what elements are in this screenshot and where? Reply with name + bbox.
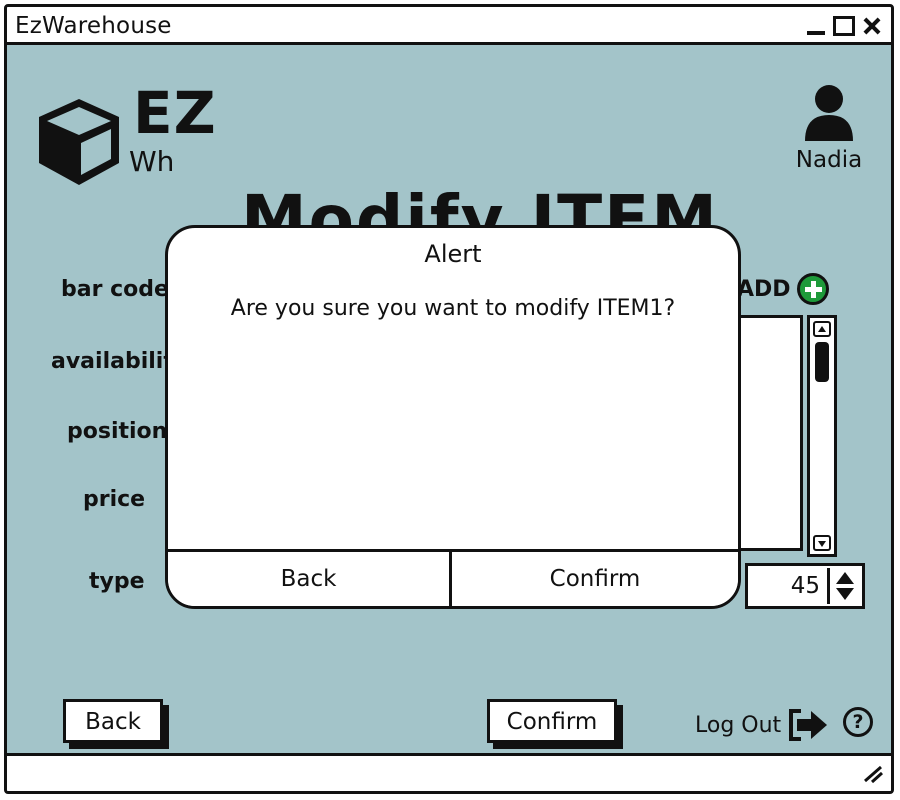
- quantity-value[interactable]: 45: [791, 573, 820, 599]
- user-name: Nadia: [795, 147, 863, 173]
- alert-confirm-button[interactable]: Confirm: [452, 552, 738, 606]
- alert-message: Are you sure you want to modify ITEM1?: [230, 296, 676, 321]
- bar-code-label: bar code: [61, 277, 169, 302]
- page-title: Modify ITEM: [241, 181, 719, 231]
- title-bar: EzWarehouse: [7, 7, 891, 45]
- logo-text-wh: Wh: [129, 145, 175, 178]
- quantity-stepper[interactable]: 45: [745, 563, 865, 609]
- price-label: price: [83, 487, 146, 512]
- alert-back-button[interactable]: Back: [168, 552, 452, 606]
- add-area: ADD: [737, 271, 829, 307]
- close-icon[interactable]: [861, 15, 883, 37]
- help-icon[interactable]: ?: [843, 707, 873, 737]
- scroll-thumb[interactable]: [815, 342, 829, 382]
- decrement-icon[interactable]: [836, 588, 854, 600]
- scroll-down-icon[interactable]: [813, 535, 831, 551]
- logout-label: Log Out: [695, 712, 782, 738]
- back-button[interactable]: Back: [63, 699, 163, 743]
- maximize-icon[interactable]: [833, 16, 855, 36]
- list-scrollbar[interactable]: [807, 315, 837, 557]
- window-controls: [805, 14, 883, 38]
- window-title: EzWarehouse: [15, 13, 172, 39]
- logout-button[interactable]: Log Out: [695, 707, 831, 743]
- user-icon: [805, 85, 853, 141]
- alert-title: Alert: [424, 240, 482, 268]
- app-window: EzWarehouse EZ Wh Nadia Modify ITEM bar …: [4, 4, 894, 794]
- logo: EZ Wh: [31, 79, 221, 187]
- type-label: type: [89, 569, 145, 594]
- add-label: ADD: [737, 276, 791, 302]
- position-label: position: [67, 419, 168, 444]
- confirm-button[interactable]: Confirm: [487, 699, 617, 743]
- cube-icon: [39, 99, 119, 185]
- resize-icon[interactable]: [861, 763, 885, 785]
- increment-icon[interactable]: [836, 572, 854, 584]
- scroll-up-icon[interactable]: [813, 321, 831, 337]
- item-list[interactable]: [733, 315, 803, 551]
- stepper-arrows[interactable]: [827, 568, 860, 604]
- status-bar: [7, 753, 891, 791]
- add-plus-icon[interactable]: [796, 273, 829, 305]
- user-profile[interactable]: Nadia: [789, 83, 869, 173]
- alert-actions: Back Confirm: [168, 549, 738, 606]
- logo-text-ez: EZ: [133, 79, 217, 147]
- alert-dialog: Alert Are you sure you want to modify IT…: [165, 225, 741, 609]
- logout-arrow-icon: [789, 709, 828, 741]
- minimize-icon[interactable]: [805, 15, 827, 37]
- availability-label: availabilit: [51, 349, 174, 374]
